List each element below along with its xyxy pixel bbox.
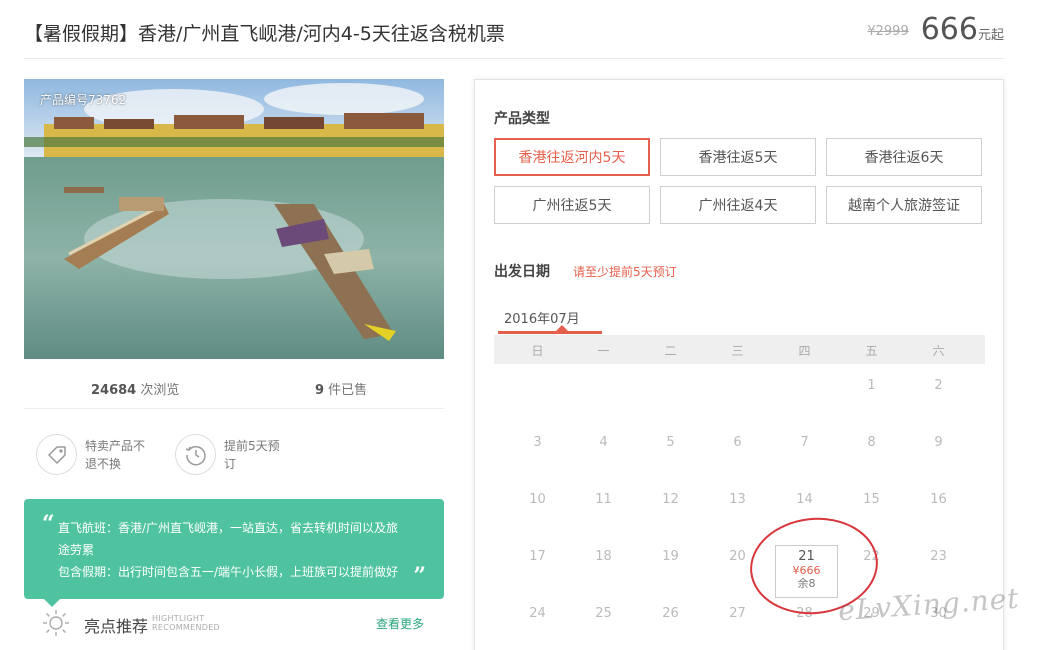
- quote-open-icon: “: [42, 511, 55, 537]
- calendar-day: 17: [529, 549, 546, 564]
- calendar-day: 12: [662, 492, 679, 507]
- product-code: 产品编号73762: [40, 93, 127, 107]
- calendar-day: 9: [934, 435, 943, 450]
- calendar-day: 25: [595, 606, 612, 621]
- highlight-header: 亮点推荐 HIGHTLIGHT RECOMMENDED 查看更多: [24, 599, 444, 644]
- weekday-label: 五: [865, 344, 878, 358]
- calendar-day: 10: [529, 492, 546, 507]
- feature-list: 特卖产品不退不换 提前5天预订: [24, 409, 444, 499]
- product-type-option[interactable]: 香港往返5天: [660, 138, 816, 176]
- weekday-label: 一: [597, 344, 610, 358]
- month-tab-pointer: [556, 325, 568, 331]
- views-count: 24684 次浏览: [91, 383, 180, 398]
- calendar-day: 2: [934, 378, 943, 393]
- calendar-day: 7: [800, 435, 809, 450]
- highlight-quote: “ 直飞航班：香港/广州直飞岘港，一站直达，省去转机时间以及旅途劳累 包含假期：…: [24, 499, 444, 607]
- weekday-label: 二: [664, 344, 677, 358]
- calendar-day: 27: [729, 606, 746, 621]
- sold-count: 9 件已售: [315, 383, 368, 398]
- highlight-title: 亮点推荐: [84, 617, 149, 636]
- quote-line-2: 包含假期：出行时间包含五一/端午小长假，上班族可以提前做好: [58, 565, 399, 579]
- weekday-label: 六: [932, 344, 945, 358]
- departure-date-label: 出发日期: [494, 264, 550, 280]
- weekday-header: 日 一 二 三 四 五 六: [494, 335, 985, 364]
- product-type-option[interactable]: 广州往返5天: [494, 186, 650, 224]
- view-more-link[interactable]: 查看更多: [376, 615, 424, 632]
- quote-line-1: 直飞航班：香港/广州直飞岘港，一站直达，省去转机时间以及旅途劳累: [58, 521, 399, 557]
- left-column: 产品编号73762 24684 次浏览 9 件已售 特卖产品不退不换 提前5天预…: [24, 79, 444, 644]
- page-title: 【暑假假期】香港/广州直飞岘港/河内4-5天往返含税机票: [24, 23, 505, 45]
- tag-icon: [36, 434, 77, 475]
- calendar-day: 16: [930, 492, 947, 507]
- feature-advance-booking: 提前5天预订: [175, 434, 288, 475]
- booking-panel: 产品类型 香港往返河内5天 香港往返5天 香港往返6天 广州往返5天 广州往返4…: [474, 79, 1004, 650]
- current-price: 666: [920, 12, 978, 47]
- calendar-day: 8: [867, 435, 876, 450]
- calendar-day: 6: [733, 435, 742, 450]
- feature-text: 提前5天预订: [224, 438, 280, 471]
- booking-note: 请至少提前5天预订: [573, 265, 677, 279]
- price-unit: 元起: [977, 28, 1004, 43]
- price-block: ¥2999 666元起: [867, 12, 1004, 47]
- product-type-option[interactable]: 广州往返4天: [660, 186, 816, 224]
- quote-close-icon: ”: [413, 563, 426, 589]
- sun-icon: [42, 609, 70, 641]
- calendar-day: 4: [599, 435, 608, 450]
- product-stats: 24684 次浏览 9 件已售: [24, 359, 444, 409]
- month-tab-underline: [498, 331, 602, 334]
- calendar-day: 15: [863, 492, 880, 507]
- calendar-day: 19: [662, 549, 679, 564]
- weekday-label: 日: [531, 344, 544, 358]
- product-type-label: 产品类型: [494, 111, 550, 127]
- page-header: 【暑假假期】香港/广州直飞岘港/河内4-5天往返含税机票 ¥2999 666元起: [24, 0, 1004, 59]
- original-price: ¥2999: [867, 24, 909, 39]
- month-tab[interactable]: 2016年07月: [504, 308, 580, 327]
- calendar-day: 26: [662, 606, 679, 621]
- product-photo: 产品编号73762: [24, 79, 444, 359]
- hoi-an-river-image: [24, 79, 444, 359]
- calendar-day: 24: [529, 606, 546, 621]
- weekday-label: 四: [798, 344, 811, 358]
- calendar-day: 13: [729, 492, 746, 507]
- calendar-day: 11: [595, 492, 612, 507]
- clock-history-icon: [175, 434, 216, 475]
- calendar-day: 14: [796, 492, 813, 507]
- product-type-option[interactable]: 香港往返河内5天: [494, 138, 650, 176]
- product-type-option[interactable]: 香港往返6天: [826, 138, 982, 176]
- feature-text: 特卖产品不退不换: [85, 438, 146, 471]
- feature-no-refund: 特卖产品不退不换: [36, 434, 149, 475]
- highlight-subtitle: HIGHTLIGHT RECOMMENDED: [152, 614, 221, 632]
- calendar-day: 5: [666, 435, 675, 450]
- calendar-day: 1: [867, 378, 876, 393]
- weekday-label: 三: [731, 344, 744, 358]
- calendar-day: 18: [595, 549, 612, 564]
- product-type-option[interactable]: 越南个人旅游签证: [826, 186, 982, 224]
- calendar-day: 23: [930, 549, 947, 564]
- calendar-day: 3: [533, 435, 542, 450]
